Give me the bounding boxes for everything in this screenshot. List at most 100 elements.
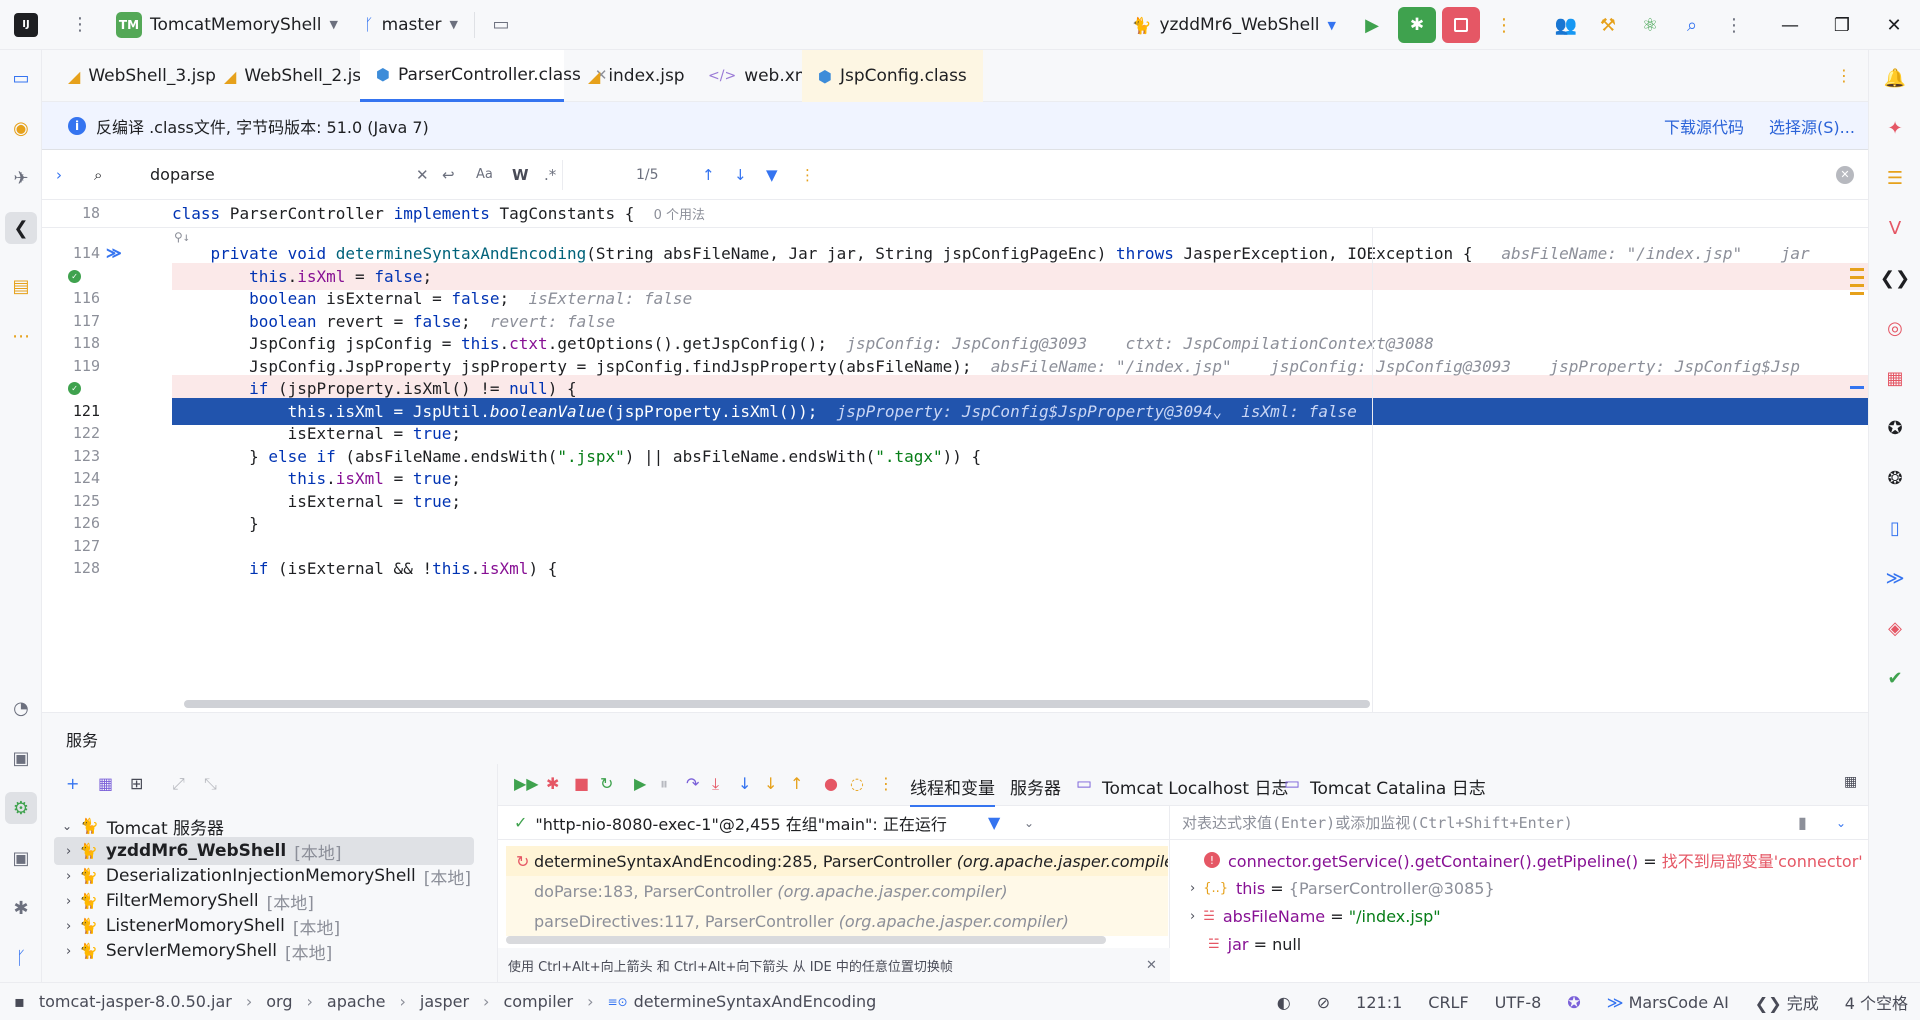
stop-button[interactable] <box>1442 7 1480 43</box>
previous-occurrence-icon[interactable]: ↑ <box>702 166 715 184</box>
variable-row[interactable]: ! connector.getService().getContainer().… <box>1190 846 1863 874</box>
debug-icon[interactable]: ✱ <box>546 774 559 793</box>
branch-selector[interactable]: ᚴ master ▼ <box>356 8 466 42</box>
vue-icon[interactable]: ✪ <box>1567 993 1580 1012</box>
mute-breakpoints-icon[interactable]: ◌ <box>850 774 864 793</box>
search-input[interactable]: doparse <box>150 165 215 184</box>
tab-webshell-3[interactable]: ◢ WebShell_3.jsp <box>52 50 232 102</box>
verified-breakpoint-icon[interactable]: ✓ <box>68 270 81 283</box>
tree-root[interactable]: ⌄ 🐈 Tomcat 服务器 <box>62 812 224 840</box>
tab-jspconfig[interactable]: ⬢ JspConfig.class <box>802 50 983 102</box>
choose-sources-link[interactable]: 选择源(S)... <box>1769 114 1855 138</box>
copilot-icon[interactable]: ◐ <box>1277 993 1291 1012</box>
openai-icon[interactable]: ❂ <box>1879 462 1911 494</box>
more-icon[interactable]: ⋮ <box>878 774 894 793</box>
breadcrumb-item[interactable]: tomcat-jasper-8.0.50.jar <box>39 992 232 1011</box>
project-selector[interactable]: TM TomcatMemoryShell ▼ <box>108 8 346 42</box>
run-icon[interactable]: ▶ <box>1354 7 1390 43</box>
filter-icon[interactable]: ▼ <box>988 813 1000 832</box>
breadcrumb-item[interactable]: compiler <box>503 992 573 1011</box>
add-service-icon[interactable]: + <box>66 774 79 793</box>
step-over-icon[interactable]: ↷ <box>686 774 699 793</box>
more-icon[interactable]: ⋮ <box>800 166 815 184</box>
breadcrumb-item[interactable]: determineSyntaxAndEncoding <box>634 992 877 1011</box>
evaluate-input[interactable]: 对表达式求值(Enter)或添加监视(Ctrl+Shift+Enter) <box>1182 812 1573 833</box>
tree-item[interactable]: › 🐈 ListenerMomoryShell [本地] <box>54 912 340 940</box>
thread-selector[interactable]: ✓ "http-nio-8080-exec-1"@2,455 在组"main":… <box>498 806 1170 840</box>
atom-icon[interactable]: ⚛ <box>1632 7 1668 43</box>
tab-parsercontroller[interactable]: ⬢ ParserController.class ✕ <box>360 50 607 102</box>
target-icon[interactable]: ◎ <box>1879 312 1911 344</box>
chevron-down-icon[interactable]: ⌄ <box>1836 816 1846 830</box>
pause-icon[interactable]: ⏸ <box>660 774 668 794</box>
code-editor[interactable]: 18 class ParserController implements Tag… <box>42 200 1868 712</box>
terminal-icon[interactable]: ▣ <box>5 842 37 874</box>
tab-server[interactable]: 服务器 <box>1010 774 1061 799</box>
services-icon[interactable]: ⚙ <box>5 792 37 824</box>
layout-settings-icon[interactable]: ▦ <box>1844 774 1857 790</box>
notifications-icon[interactable]: 🔔 <box>1879 62 1911 94</box>
verified-breakpoint-icon[interactable]: ✓ <box>68 382 81 395</box>
close-icon[interactable]: ✕ <box>1868 0 1920 50</box>
caret-position[interactable]: 121:1 <box>1356 993 1402 1012</box>
sh-plugin-icon[interactable]: ▦ <box>1879 362 1911 394</box>
plugin-icon[interactable]: ❮ <box>5 212 37 244</box>
marscode-gutter-icon[interactable]: ≫ <box>106 244 122 262</box>
marscode-icon[interactable]: ≫ <box>1879 562 1911 594</box>
profiler-icon[interactable]: ◔ <box>5 692 37 724</box>
collab-icon[interactable]: 👥 <box>1548 7 1584 43</box>
tree-item[interactable]: › 🐈 FilterMemoryShell [本地] <box>54 887 314 915</box>
more-icon[interactable]: ⋮ <box>1716 7 1752 43</box>
stop-icon[interactable]: ■ <box>574 774 589 793</box>
bookmark-icon[interactable]: ▮ <box>1798 813 1807 832</box>
main-menu-icon[interactable]: ⋮ <box>62 7 98 43</box>
force-step-into-icon[interactable]: ↓ <box>738 774 751 793</box>
newline-icon[interactable]: ↩ <box>442 166 455 184</box>
line-separator[interactable]: CRLF <box>1428 993 1468 1012</box>
frame-row[interactable]: doParse:183, ParserController (org.apach… <box>506 876 1168 906</box>
tab-index-jsp[interactable]: ◢ index.jsp <box>572 50 701 102</box>
plugin-icon[interactable]: ✪ <box>1879 412 1911 444</box>
minimize-icon[interactable]: — <box>1764 0 1816 50</box>
search-icon[interactable]: ⌕ <box>1674 7 1710 43</box>
restart-icon[interactable]: ↻ <box>600 774 613 793</box>
git-icon[interactable]: ᚴ <box>5 942 37 974</box>
tree-item[interactable]: › 🐈 yzddMr6_WebShell [本地] <box>54 837 474 865</box>
whole-word-toggle[interactable]: W <box>512 166 529 184</box>
done-status[interactable]: ❮❯ 完成 <box>1755 990 1819 1014</box>
run-config-selector[interactable]: 🐈 yzddMr6_WebShell ▼ <box>1124 8 1344 42</box>
frame-row[interactable]: parseDirectives:117, ParserController (o… <box>506 906 1168 936</box>
variable-row[interactable]: › {..} this = {ParserController@3085} <box>1190 874 1495 902</box>
next-occurrence-icon[interactable]: ↓ <box>734 166 747 184</box>
project-view-icon[interactable]: ▭ <box>5 62 37 94</box>
book-icon[interactable]: ▯ <box>1879 512 1911 544</box>
match-case-toggle[interactable]: Aa <box>476 167 493 182</box>
tab-tomcat-catalina-log[interactable]: Tomcat Catalina 日志 <box>1310 774 1486 799</box>
close-find-icon[interactable]: ✕ <box>1836 165 1854 184</box>
run-to-cursor-icon[interactable]: ↑ <box>790 774 803 793</box>
folder-icon[interactable]: ▭ <box>483 7 519 43</box>
variable-row[interactable]: › ☱ absFileName = "/index.jsp" <box>1190 902 1441 930</box>
tools-icon[interactable]: ⚒ <box>1590 7 1626 43</box>
resume-icon[interactable]: ▶ <box>634 774 646 793</box>
code-icon[interactable]: ❮❯ <box>1879 262 1911 294</box>
vue-icon[interactable]: V <box>1879 212 1911 244</box>
problems-icon[interactable]: ✱ <box>5 892 37 924</box>
indent-setting[interactable]: 4 个空格 <box>1845 990 1908 1014</box>
collapse-icon[interactable]: ⤡ <box>204 774 217 794</box>
restore-icon[interactable]: ❐ <box>1816 0 1868 50</box>
structure-icon[interactable]: ✈ <box>5 162 37 194</box>
group-icon[interactable]: ▦ <box>98 774 113 793</box>
step-into-icon[interactable]: ⤓ <box>712 774 719 794</box>
tree-item[interactable]: › 🐈 DeserializationInjectionMemoryShell [本地… <box>54 862 471 890</box>
view-breakpoints-icon[interactable]: ● <box>824 774 838 793</box>
chevron-right-icon[interactable]: › <box>56 166 62 184</box>
tab-options-icon[interactable]: ⋮ <box>1836 66 1852 85</box>
frames-scrollbar[interactable] <box>506 936 1106 944</box>
file-encoding[interactable]: UTF-8 <box>1495 993 1542 1012</box>
step-out-icon[interactable]: ↓ <box>764 774 777 793</box>
variable-row[interactable]: ☱ jar = null <box>1208 930 1301 958</box>
breadcrumb-item[interactable]: jasper <box>420 992 469 1011</box>
rerun-icon[interactable]: ▶▶ <box>514 774 539 793</box>
marscode-status[interactable]: ≫ MarsCode AI <box>1607 993 1729 1012</box>
